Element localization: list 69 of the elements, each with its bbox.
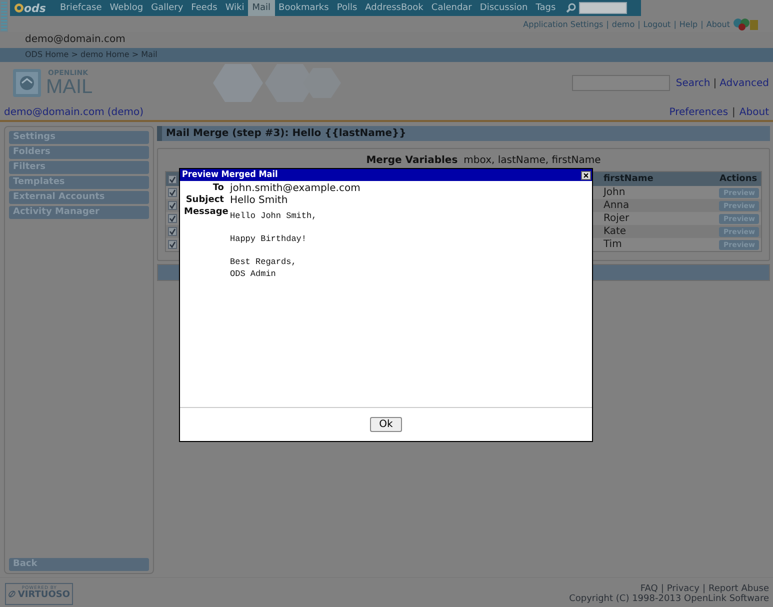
logo-icon (14, 3, 24, 13)
nav-tab[interactable]: Weblog (106, 0, 148, 16)
account-link[interactable]: demo@domain.com (4, 106, 104, 118)
link[interactable]: demo (612, 20, 635, 28)
table-cell: Tim (601, 238, 718, 252)
checkbox[interactable] (168, 188, 177, 197)
field-value: john.smith@example.com (230, 183, 362, 194)
copyright: Copyright (C) 1998-2013 OpenLink Software (569, 594, 769, 604)
dialog-title: Preview Merged Mail (182, 170, 278, 180)
link[interactable]: About (739, 106, 769, 118)
advanced-link[interactable]: Advanced (720, 78, 769, 88)
field-value: Hello Smith (230, 195, 289, 206)
nav-tab[interactable]: Mail (248, 0, 275, 16)
checkbox[interactable] (168, 227, 177, 236)
table-cell: Anna (601, 199, 718, 212)
nav-tab[interactable]: Discussion (476, 0, 532, 16)
link[interactable]: Help (679, 20, 698, 28)
checkbox[interactable] (168, 214, 177, 223)
field-label: Subject (184, 195, 224, 206)
grid-handle-icon[interactable] (1, 2, 7, 32)
separator: | (713, 78, 717, 88)
field-label: To (212, 183, 224, 194)
search-field[interactable] (578, 2, 627, 14)
separator: | (700, 20, 704, 28)
close-icon[interactable] (581, 170, 591, 180)
nav-tab[interactable]: AddressBook (361, 0, 428, 16)
checkbox[interactable] (168, 174, 177, 184)
link[interactable]: About (706, 20, 730, 28)
nav-tab[interactable]: Bookmarks (274, 0, 333, 16)
separator: | (674, 20, 676, 28)
link[interactable]: Privacy (666, 584, 700, 594)
table-cell: Kate (601, 225, 718, 238)
table-cell: Rojer (601, 212, 718, 225)
nav-tab[interactable]: Tags (532, 0, 560, 16)
search-field[interactable] (572, 75, 670, 91)
field-value: mbox, lastName, firstName (464, 155, 601, 168)
nav-tab[interactable]: Wiki (221, 0, 248, 16)
separator: | (638, 20, 640, 28)
link[interactable]: FAQ (640, 584, 658, 594)
nav-tab[interactable]: Calendar (427, 0, 476, 16)
link[interactable]: Preferences (669, 106, 728, 118)
panel-title: Mail Merge (step #3): Hello {{lastName}} (157, 126, 770, 141)
separator: | (702, 584, 706, 594)
nav-tab[interactable]: Polls (332, 0, 362, 16)
separator: | (660, 584, 664, 594)
link[interactable]: Logout (643, 20, 671, 28)
ok-button[interactable]: Ok (370, 417, 402, 432)
checkbox[interactable] (168, 201, 177, 210)
column-header: firstName (601, 172, 718, 186)
checkbox[interactable] (168, 240, 177, 249)
search-link[interactable]: Search (676, 78, 710, 88)
stamp-icon (12, 68, 42, 98)
field-label: Merge Variables (366, 155, 458, 168)
table-cell: John (601, 186, 718, 199)
nav-tab[interactable]: Feeds (187, 0, 222, 16)
badge-name: VIRTUOSO (18, 591, 70, 600)
separator: | (732, 106, 736, 118)
separator: | (606, 20, 609, 28)
logo-text[interactable]: ods (24, 2, 46, 14)
link[interactable]: Application Settings (523, 20, 604, 28)
link[interactable]: Report Abuse (708, 584, 769, 594)
message-text: Hello John Smith, Happy Birthday! Best Regards, ODS Admin (230, 211, 318, 280)
search-icon[interactable] (566, 3, 576, 13)
user-name: (demo) (107, 106, 144, 118)
column-header: Actions (717, 172, 762, 186)
breadcrumb: ODS Home > demo Home > Mail (0, 48, 773, 62)
people-icon[interactable] (733, 17, 759, 31)
nav-tab[interactable]: Gallery (147, 0, 188, 16)
nav-tab[interactable]: Briefcase (56, 0, 106, 16)
